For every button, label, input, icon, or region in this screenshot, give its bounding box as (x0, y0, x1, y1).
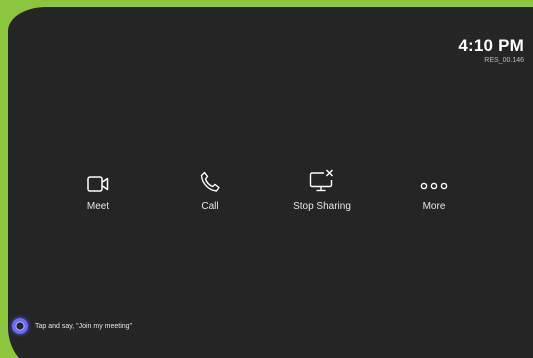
stop-sharing-button[interactable]: Stop Sharing (272, 163, 372, 212)
assistant-prompt-text: Tap and say, "Join my meeting" (35, 322, 133, 330)
call-button[interactable]: Call (160, 163, 260, 212)
more-button[interactable]: More (384, 163, 484, 212)
cortana-ring-icon[interactable] (12, 318, 28, 334)
more-label: More (422, 201, 446, 212)
meet-button[interactable]: Meet (48, 163, 148, 212)
stop-sharing-label: Stop Sharing (293, 201, 351, 212)
more-dots-icon (384, 163, 484, 193)
clock: 4:10 PM RES_00.146 (458, 36, 524, 65)
room-code: RES_00.146 (484, 57, 524, 64)
video-camera-icon (48, 163, 148, 193)
room-console-screen: 4:10 PM RES_00.146 Meet Call Stop Sharin… (0, 0, 533, 358)
call-label: Call (201, 201, 219, 212)
phone-icon (160, 163, 260, 193)
stop-sharing-icon (272, 163, 372, 193)
voice-assistant-prompt[interactable]: Tap and say, "Join my meeting" (12, 318, 132, 334)
meet-label: Meet (86, 201, 110, 212)
clock-time: 4:10 PM (458, 36, 524, 55)
